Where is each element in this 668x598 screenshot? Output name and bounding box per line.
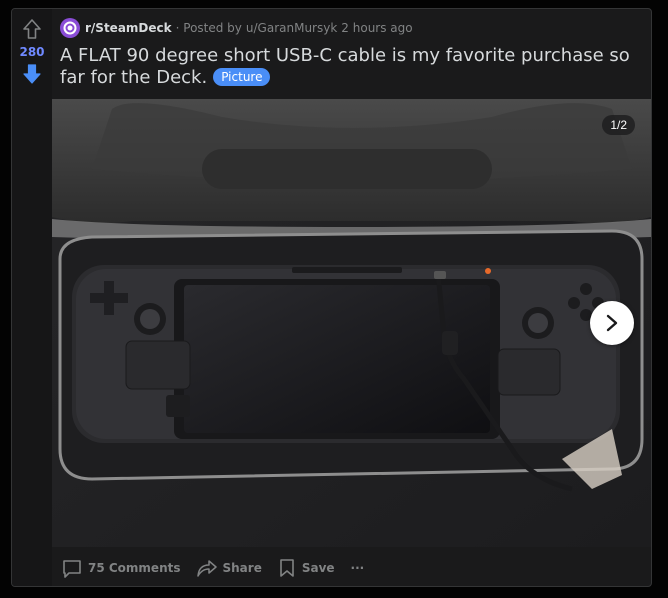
post-card[interactable]: 280 r/SteamDeck · Posted by u/GaranMursy… — [11, 8, 652, 587]
comments-button[interactable]: 75 Comments — [56, 555, 187, 581]
post-time: 2 hours ago — [341, 21, 413, 35]
share-label: Share — [222, 561, 262, 575]
gallery-next-button[interactable] — [590, 301, 634, 345]
save-label: Save — [301, 561, 335, 575]
author-link[interactable]: u/GaranMursyk — [246, 21, 337, 35]
subreddit-link[interactable]: r/SteamDeck — [85, 21, 172, 35]
comments-label: 75 Comments — [88, 561, 181, 575]
post-title-text: A FLAT 90 degree short USB-C cable is my… — [60, 45, 630, 88]
gallery-counter: 1/2 — [602, 115, 635, 135]
vote-column: 280 — [12, 9, 52, 586]
bookmark-icon — [280, 559, 294, 577]
post-title[interactable]: A FLAT 90 degree short USB-C cable is my… — [60, 45, 640, 89]
share-button[interactable]: Share — [191, 555, 268, 581]
more-icon: ··· — [350, 561, 365, 575]
vote-score: 280 — [19, 45, 45, 59]
upvote-button[interactable] — [20, 17, 44, 41]
post-meta: r/SteamDeck · Posted by u/GaranMursyk 2 … — [60, 18, 413, 38]
more-options-button[interactable]: ··· — [345, 555, 371, 581]
posted-by-label: · Posted by — [175, 21, 242, 35]
comment-icon — [63, 560, 81, 578]
post-content: r/SteamDeck · Posted by u/GaranMursyk 2 … — [52, 9, 651, 586]
gallery-image[interactable]: 1/2 — [52, 99, 651, 547]
share-icon — [196, 560, 217, 577]
upvote-arrow-icon — [23, 19, 41, 39]
post-actions: 75 Comments Share Save ··· — [56, 555, 374, 581]
subreddit-icon[interactable] — [60, 18, 80, 38]
post-flair[interactable]: Picture — [213, 68, 271, 86]
save-button[interactable]: Save — [272, 555, 341, 581]
downvote-arrow-icon — [23, 64, 41, 84]
steam-deck-photo — [52, 99, 651, 547]
downvote-button[interactable] — [20, 62, 44, 86]
next-arrow-icon — [606, 314, 618, 332]
